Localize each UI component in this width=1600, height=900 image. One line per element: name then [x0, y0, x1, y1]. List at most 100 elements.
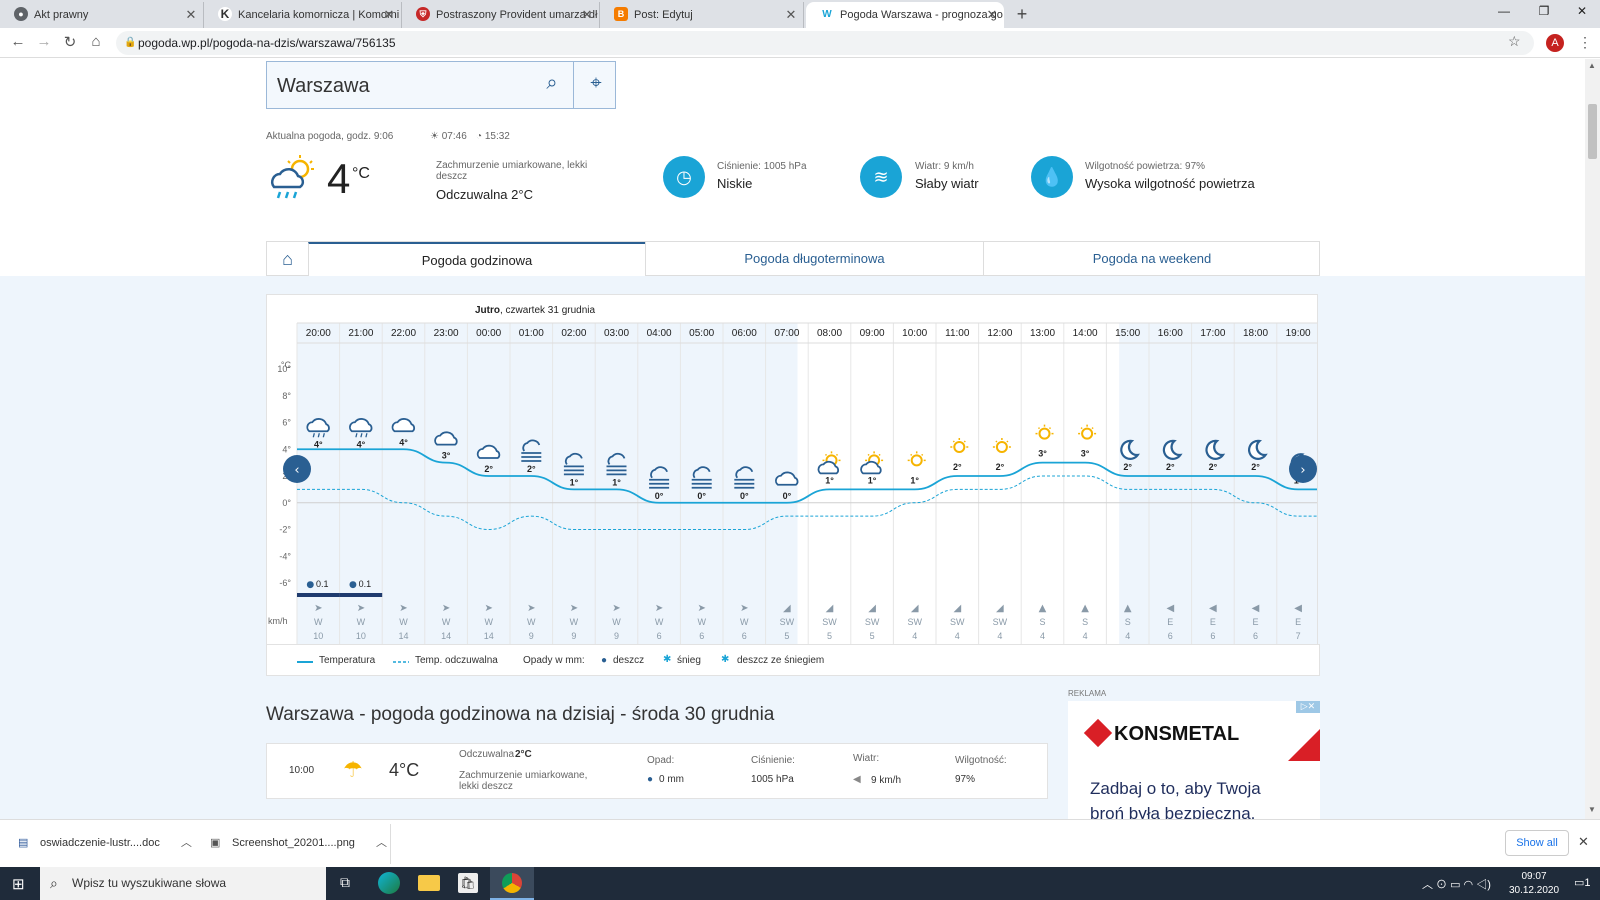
pressure-value: Niskie [717, 176, 753, 191]
taskbar-search[interactable]: ⌕ Wpisz tu wyszukiwane słowa [40, 867, 326, 900]
tab-weekend[interactable]: Pogoda na weekend [983, 242, 1320, 276]
browser-tab[interactable]: ● Akt prawny ✕ [0, 2, 204, 28]
close-tab-icon[interactable]: ✕ [183, 7, 199, 23]
browser-tab[interactable]: B Post: Edytuj ✕ [600, 2, 804, 28]
temperature-label: 2° [953, 462, 962, 472]
chrome-taskbar-button[interactable] [490, 867, 534, 900]
task-view-icon[interactable]: ⧉ [340, 874, 350, 891]
wind-speed: 5 [827, 631, 832, 641]
close-tab-icon[interactable]: ✕ [984, 7, 1000, 23]
wind-speed: 4 [1083, 631, 1088, 641]
search-input[interactable]: Warszawa [277, 75, 370, 98]
wind-arrow-icon: ◢ [996, 603, 1004, 614]
row-precip-label: Opad: [647, 755, 675, 766]
k-logo-icon: K [218, 7, 232, 21]
restore-icon[interactable]: ❐ [1524, 4, 1564, 18]
new-tab-icon[interactable]: + [1012, 4, 1032, 25]
wind-arrow-icon: ◢ [826, 603, 834, 614]
minimize-icon[interactable]: — [1484, 4, 1524, 18]
ad-label: REKLAMA [1068, 689, 1107, 698]
clock-date[interactable]: 30.12.2020 [1504, 885, 1564, 896]
ad-corner [1288, 729, 1320, 761]
menu-icon[interactable]: ⋮ [1578, 34, 1592, 51]
wind-icon: ≋ [860, 156, 902, 198]
wind-direction: E [1210, 617, 1216, 627]
home-tab-icon[interactable]: ⌂ [267, 242, 308, 276]
doc-file-icon: ▤ [18, 837, 29, 849]
clock-time[interactable]: 09:07 [1504, 871, 1564, 882]
x-tick-label: 19:00 [1286, 328, 1311, 339]
wind-speed: 6 [1168, 631, 1173, 641]
close-window-icon[interactable]: ✕ [1562, 4, 1600, 18]
wind-direction: SW [993, 617, 1008, 627]
temperature-label: 2° [1123, 462, 1132, 472]
wind-arrow-icon: ➤ [357, 603, 365, 614]
temperature-label: 4° [357, 439, 366, 449]
x-tick-label: 03:00 [604, 328, 629, 339]
tray-icons[interactable]: ︿ ⊙ ▭ ◠ ◁) [1422, 876, 1491, 892]
wind-direction: W [442, 617, 451, 627]
wind-direction: S [1039, 617, 1045, 627]
tab-strip: ● Akt prawny ✕ K Kancelaria komornicza |… [0, 0, 1600, 28]
close-tab-icon[interactable]: ✕ [783, 7, 799, 23]
reload-icon[interactable]: ↻ [60, 33, 80, 51]
browser-tab-active[interactable]: W Pogoda Warszawa - prognoza go ✕ [806, 2, 1004, 28]
wind-arrow-icon: ➤ [442, 603, 450, 614]
divider [573, 62, 574, 108]
search-icon[interactable]: ⌕ [539, 72, 565, 98]
tab-long-term[interactable]: Pogoda długoterminowa [645, 242, 983, 276]
scroll-thumb[interactable] [1588, 104, 1597, 159]
wind-speed: 9 [571, 631, 576, 641]
sunset: ◔ 15:32 [476, 131, 510, 142]
scroll-down-icon[interactable]: ▼ [1588, 805, 1596, 814]
file-explorer-icon[interactable] [418, 875, 440, 891]
download-item[interactable]: ▤ oswiadczenie-lustr....doc ︿ [18, 832, 192, 854]
notifications-icon[interactable]: ▭1 [1574, 876, 1591, 889]
back-icon[interactable]: ← [8, 33, 28, 50]
sun-cloud-icon [817, 451, 841, 475]
chevron-up-icon[interactable]: ︿ [376, 837, 387, 849]
show-all-button[interactable]: Show all [1505, 830, 1569, 856]
ad-close-icon[interactable]: ▷✕ [1296, 701, 1320, 713]
wind-direction: SW [822, 617, 837, 627]
wind-direction: W [527, 617, 536, 627]
windows-start-icon[interactable]: ⊞ [12, 875, 25, 893]
wind-speed: 10 [313, 631, 323, 641]
browser-tab[interactable]: ⛨ Postraszony Provident umarza dł ✕ [402, 2, 600, 28]
browser-tab[interactable]: K Kancelaria komornicza | Komorni ✕ [204, 2, 402, 28]
close-tab-icon[interactable]: ✕ [579, 7, 595, 23]
close-downloads-icon[interactable]: ✕ [1578, 834, 1589, 850]
hour-row[interactable]: 10:00 ☂ 4°C Odczuwalna 2°C Zachmurzenie … [266, 743, 1048, 799]
close-tab-icon[interactable]: ✕ [381, 7, 397, 23]
store-icon[interactable]: 🛍 [458, 873, 478, 893]
image-file-icon: ▣ [210, 837, 221, 849]
page-scrollbar[interactable]: ▲ ▼ [1585, 59, 1600, 819]
sun-icon [1078, 424, 1097, 440]
tab-hourly[interactable]: Pogoda godzinowa [308, 242, 645, 276]
location-icon[interactable]: ⌖ [583, 72, 609, 98]
wind-speed: 6 [1210, 631, 1215, 641]
address-bar[interactable]: 🔒 pogoda.wp.pl/pogoda-na-dzis/warszawa/7… [116, 31, 1534, 55]
chevron-up-icon[interactable]: ︿ [181, 837, 192, 849]
row-temp: 4°C [389, 760, 420, 780]
download-item[interactable]: ▣ Screenshot_20201....png ︿ [210, 832, 387, 854]
chart-date-header: Jutro, czwartek 31 grudnia [475, 305, 595, 316]
y-tick-label: -2° [279, 525, 291, 535]
y-tick-label: 6° [282, 418, 291, 428]
avatar[interactable]: A [1546, 34, 1564, 52]
bookmark-star-icon[interactable]: ☆ [1508, 33, 1521, 50]
edge-icon[interactable] [378, 872, 400, 894]
advertisement[interactable]: REKLAMA ▷✕ KONSMETAL Zadbaj o to, aby Tw… [1068, 689, 1320, 819]
forecast-tabs: ⌂ Pogoda godzinowa Pogoda długoterminowa… [266, 241, 1320, 276]
legend-feels-label: Temp. odczuwalna [415, 655, 498, 666]
legend-temp-line [297, 661, 313, 663]
temperature-unit: °C [352, 165, 370, 182]
forward-icon[interactable]: → [34, 33, 54, 50]
chevron-right-icon: › [1300, 463, 1305, 478]
scroll-up-icon[interactable]: ▲ [1588, 61, 1596, 70]
precip-label: 0.1 [359, 579, 372, 589]
home-icon[interactable]: ⌂ [86, 33, 106, 50]
wind-arrow-icon: ◀ [1166, 603, 1174, 614]
wind-direction: S [1082, 617, 1088, 627]
temperature-label: 2° [484, 464, 493, 474]
